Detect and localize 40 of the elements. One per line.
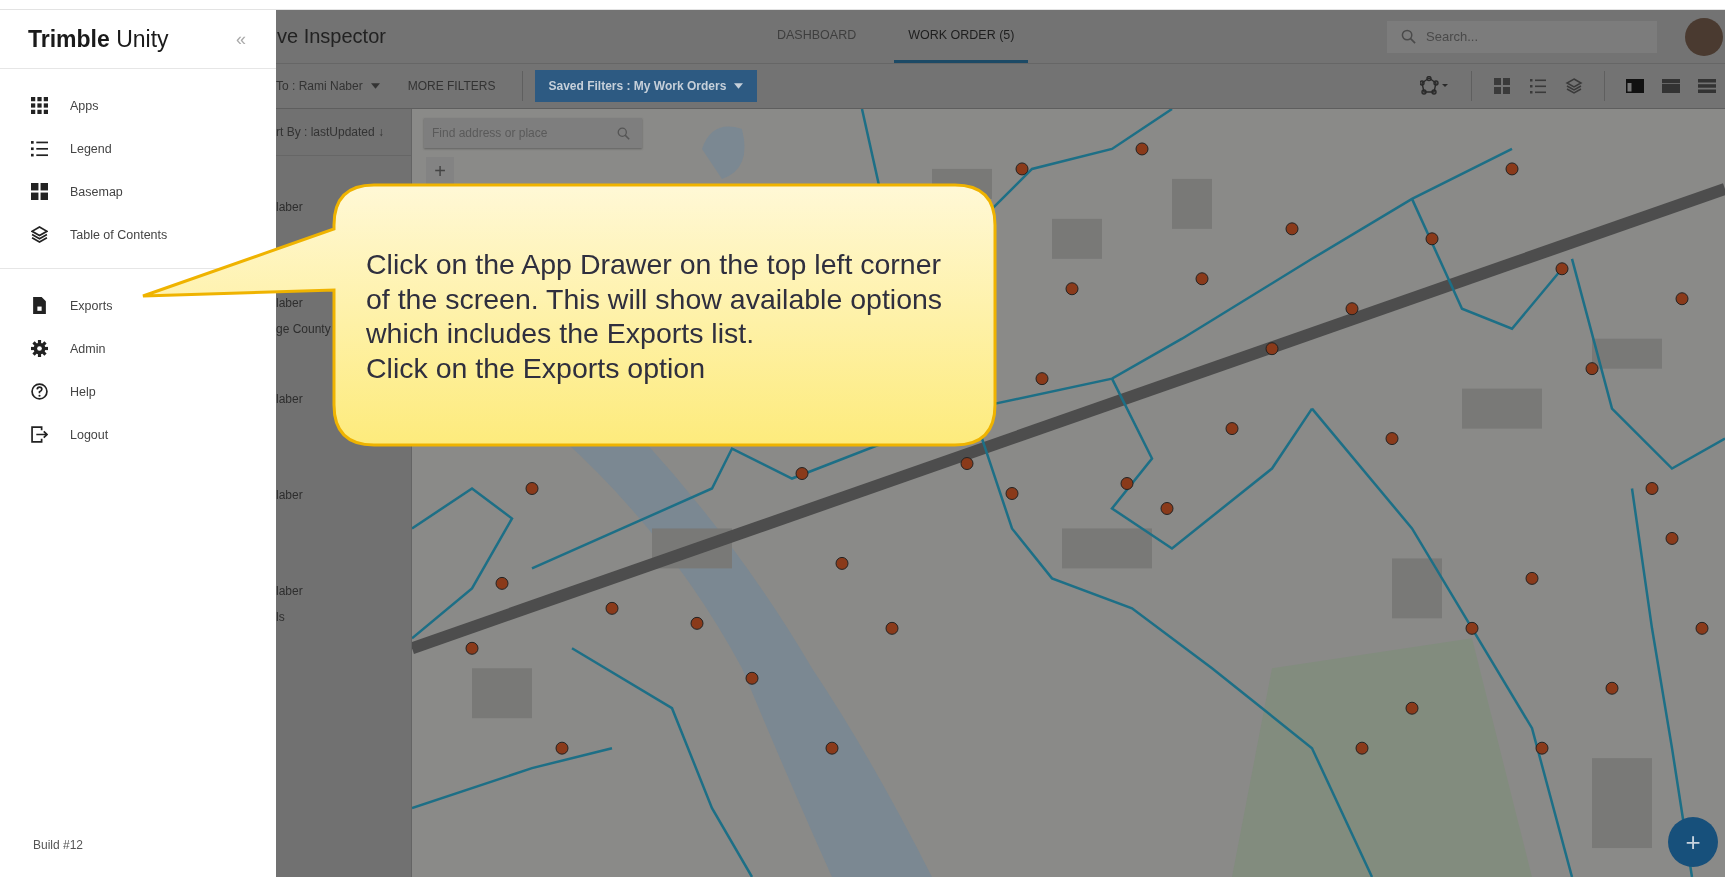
brand-logo: Trimble Unity bbox=[28, 25, 170, 53]
user-avatar[interactable] bbox=[1685, 17, 1723, 56]
grid-icon bbox=[31, 97, 48, 114]
saved-filters-button[interactable]: Saved Filters : My Work Orders bbox=[534, 70, 758, 102]
layout-icon[interactable] bbox=[1626, 78, 1644, 94]
list-view-icon[interactable] bbox=[1529, 78, 1547, 94]
file-icon bbox=[31, 297, 48, 314]
list-icon bbox=[31, 140, 48, 157]
drawer-menu-item[interactable]: Legend bbox=[0, 127, 276, 170]
list-item-text: ls bbox=[276, 610, 285, 624]
list-item-text: laber bbox=[276, 200, 303, 214]
caret-icon bbox=[370, 83, 380, 89]
drawer-menu-item[interactable]: Basemap bbox=[0, 170, 276, 213]
search-icon bbox=[617, 126, 630, 140]
list-item-text: laber bbox=[276, 392, 303, 406]
shapes-icon[interactable] bbox=[1420, 76, 1450, 96]
drawer-menu-item[interactable]: Help bbox=[0, 370, 276, 413]
drawer-menu-item[interactable]: Table of Contents bbox=[0, 213, 276, 256]
build-number: Build #12 bbox=[32, 838, 85, 854]
layers-icon bbox=[31, 226, 48, 243]
list-item-text: ge County bbox=[276, 322, 331, 336]
tiles-icon bbox=[31, 183, 48, 200]
logout-icon bbox=[31, 426, 48, 443]
help-icon bbox=[31, 383, 48, 400]
app-title: ve Inspector bbox=[276, 25, 387, 48]
search-icon bbox=[1401, 29, 1416, 44]
drawer-menu-item[interactable]: Apps bbox=[0, 84, 276, 127]
drawer-menu-item[interactable]: Logout bbox=[0, 413, 276, 456]
layers-icon[interactable] bbox=[1565, 78, 1583, 94]
list-item-text: laber bbox=[276, 488, 303, 502]
layout-icon[interactable] bbox=[1698, 78, 1716, 94]
grid-view-icon[interactable] bbox=[1493, 78, 1511, 94]
caret-icon bbox=[734, 83, 744, 89]
drawer-menu-item[interactable]: Exports bbox=[0, 284, 276, 327]
list-item-text: laber bbox=[276, 584, 303, 598]
drawer-menu-item[interactable]: Admin bbox=[0, 327, 276, 370]
settings-icon bbox=[31, 340, 48, 357]
callout-text: Click on the App Drawer on the top left corner of the screen. This will show available options which includes the Exports list. Click on the Exports option bbox=[366, 247, 944, 385]
list-item-text: laber bbox=[276, 296, 303, 310]
layout-icon[interactable] bbox=[1662, 78, 1680, 94]
